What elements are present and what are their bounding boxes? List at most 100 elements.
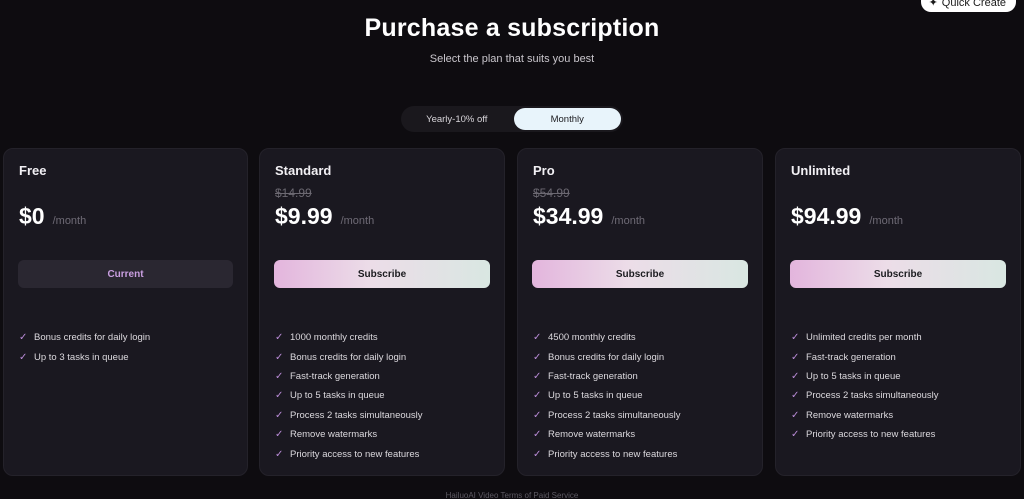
original-price: $14.99 [275,186,312,200]
feature-text: Bonus credits for daily login [34,332,151,344]
feature-text: Priority access to new features [806,429,936,441]
feature-text: Priority access to new features [548,448,678,460]
feature-text: Up to 5 tasks in queue [290,390,385,402]
check-icon: ✓ [533,370,542,382]
check-icon: ✓ [533,390,542,402]
plan-name: Standard [275,163,332,178]
feature-list: ✓ Bonus credits for daily login ✓ Up to 3 … [19,328,150,367]
plan-price: $94.99 [791,203,862,229]
feature-item: ✓ Remove watermarks [791,406,939,425]
feature-item: ✓ Process 2 tasks simultaneously [275,406,423,425]
price-row: $9.99 /month [275,203,374,230]
feature-item: ✓ Process 2 tasks simultaneously [533,406,681,425]
check-icon: ✓ [533,429,542,441]
feature-item: ✓ Bonus credits for daily login [533,347,681,366]
check-icon: ✓ [275,351,284,363]
feature-text: Fast-track generation [806,351,896,363]
feature-item: ✓ Up to 5 tasks in queue [791,367,939,386]
feature-text: Fast-track generation [290,370,380,382]
sparkle-plus-icon: ✦ [928,0,938,9]
plan-price: $34.99 [533,203,604,229]
check-icon: ✓ [533,351,542,363]
feature-text: Up to 5 tasks in queue [548,390,643,402]
page-subtitle: Select the plan that suits you best [429,53,595,65]
feature-text: Remove watermarks [548,429,636,441]
current-plan-button[interactable]: Current [18,260,233,288]
subscribe-button[interactable]: Subscribe [790,260,1006,288]
quick-create-label: Quick Create [941,0,1006,9]
monthly-option[interactable]: Monthly [513,108,621,130]
feature-item: ✓ Bonus credits for daily login [275,347,423,366]
feature-item: ✓ Fast-track generation [533,367,681,386]
feature-item: ✓ Process 2 tasks simultaneously [791,386,939,405]
price-row: $34.99 /month [533,203,645,230]
feature-item: ✓ Up to 5 tasks in queue [275,386,423,405]
feature-item: ✓ Priority access to new features [791,425,939,444]
page-title: Purchase a subscription [364,14,660,42]
plan-period: /month [611,215,645,227]
original-price: $54.99 [533,186,570,200]
plan-card-free: Free $0 /month Current ✓ Bonus credits fo… [3,148,248,476]
check-icon: ✓ [533,332,542,344]
feature-item: ✓ Up to 3 tasks in queue [19,347,150,366]
check-icon: ✓ [19,332,28,344]
feature-item: ✓ Priority access to new features [275,444,423,463]
terms-link[interactable]: HailuoAI Video Terms of Paid Service [0,491,1024,499]
subscribe-button[interactable]: Subscribe [274,260,490,288]
feature-text: Unlimited credits per month [806,332,922,344]
plan-card-standard: Standard $14.99 $9.99 /month Subscribe ✓… [259,148,505,476]
feature-text: Process 2 tasks simultaneously [290,409,423,421]
feature-item: ✓ Up to 5 tasks in queue [533,386,681,405]
feature-list: ✓ 4500 monthly credits ✓ Bonus credits for… [533,328,681,464]
plan-name: Unlimited [791,163,851,178]
quick-create-button[interactable]: ✦ Quick Create [920,0,1016,12]
feature-item: ✓ Fast-track generation [791,347,939,366]
plan-name: Free [19,163,47,178]
plan-price: $0 [19,203,45,229]
check-icon: ✓ [275,370,284,382]
feature-item: ✓ Unlimited credits per month [791,328,939,347]
feature-item: ✓ 1000 monthly credits [275,328,423,347]
check-icon: ✓ [275,390,284,402]
subscribe-button[interactable]: Subscribe [532,260,748,288]
check-icon: ✓ [275,429,284,441]
price-row: $94.99 /month [791,203,903,230]
feature-text: Process 2 tasks simultaneously [548,409,681,421]
check-icon: ✓ [533,448,542,460]
plan-name: Pro [533,163,555,178]
feature-item: ✓ Fast-track generation [275,367,423,386]
plan-period: /month [869,215,903,227]
check-icon: ✓ [275,332,284,344]
billing-period-toggle: Yearly-10% off Monthly [401,106,623,132]
check-icon: ✓ [791,409,800,421]
plan-card-pro: Pro $54.99 $34.99 /month Subscribe ✓ 4500… [517,148,763,476]
feature-text: Bonus credits for daily login [290,351,407,363]
feature-item: ✓ Bonus credits for daily login [19,328,150,347]
plan-period: /month [52,215,87,227]
plan-price: $9.99 [275,203,333,229]
yearly-option[interactable]: Yearly-10% off [403,108,511,130]
feature-text: 1000 monthly credits [290,332,378,344]
check-icon: ✓ [791,370,800,382]
feature-item: ✓ Remove watermarks [275,425,423,444]
check-icon: ✓ [791,429,800,441]
feature-list: ✓ 1000 monthly credits ✓ Bonus credits for… [275,328,423,464]
feature-item: ✓ Remove watermarks [533,425,681,444]
feature-text: Up to 5 tasks in queue [806,370,901,382]
feature-item: ✓ Priority access to new features [533,444,681,463]
feature-list: ✓ Unlimited credits per month ✓ Fast-track… [791,328,939,444]
check-icon: ✓ [19,351,28,363]
check-icon: ✓ [791,351,800,363]
feature-text: Remove watermarks [806,409,894,421]
feature-item: ✓ 4500 monthly credits [533,328,681,347]
check-icon: ✓ [275,409,284,421]
feature-text: Process 2 tasks simultaneously [806,390,939,402]
check-icon: ✓ [275,448,284,460]
feature-text: Bonus credits for daily login [548,351,665,363]
feature-text: Remove watermarks [290,429,378,441]
check-icon: ✓ [791,332,800,344]
plan-period: /month [340,215,375,227]
plan-cards: Free $0 /month Current ✓ Bonus credits fo… [0,148,1024,476]
feature-text: Fast-track generation [548,370,638,382]
feature-text: 4500 monthly credits [548,332,636,344]
